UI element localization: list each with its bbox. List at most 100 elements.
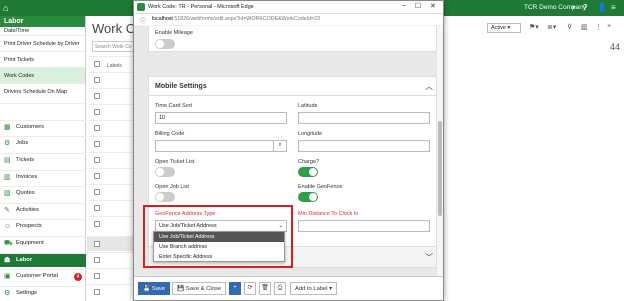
sidebar-subitem-print-driver-schedule[interactable]: Print Driver Schedule by Driver — [0, 36, 85, 52]
refresh-icon[interactable]: ⟳ — [244, 282, 256, 295]
close-icon[interactable]: ✕ — [430, 2, 436, 10]
sidebar-item-jobs[interactable]: ⚙ Jobs — [0, 136, 86, 150]
sidebar-item-label: Labor — [16, 257, 33, 263]
table-row[interactable] — [87, 104, 137, 119]
sidebar-item-label: Activities — [16, 207, 39, 213]
add-to-label-button[interactable]: Add to Label ▾ — [290, 282, 338, 295]
table-row[interactable] — [87, 236, 137, 251]
sidebar-item-tickets[interactable]: ▤ Tickets — [0, 153, 86, 167]
add-icon[interactable]: + — [229, 282, 241, 295]
table-row[interactable] — [87, 200, 137, 215]
billing-code-input[interactable] — [155, 140, 275, 152]
maximize-icon[interactable]: ☐ — [415, 2, 421, 10]
row-checkbox[interactable] — [94, 189, 100, 195]
row-checkbox[interactable] — [94, 157, 100, 163]
more-icon[interactable]: ⋮ — [595, 23, 602, 31]
sidebar-item-invoices[interactable]: ▥ Invoices — [0, 170, 86, 184]
charge-toggle[interactable] — [298, 167, 318, 177]
table-row[interactable] — [87, 136, 137, 151]
quote-icon: ▧ — [4, 190, 11, 197]
save-button[interactable]: 💾 Save — [138, 282, 171, 295]
table-row[interactable] — [87, 120, 137, 135]
sidebar-subitem-date-time[interactable]: Date/Time — [0, 27, 85, 36]
sidebar-item-activities[interactable]: ✎ Activities — [0, 203, 86, 217]
search-input[interactable]: Search Work Co — [92, 41, 136, 52]
sidebar-section-header: Labor — [0, 16, 85, 27]
row-checkbox[interactable] — [94, 109, 100, 115]
select-all-checkbox[interactable] — [94, 61, 100, 67]
table-row[interactable] — [87, 252, 137, 267]
latitude-input[interactable] — [298, 112, 430, 124]
sidebar-subitem-work-codes[interactable]: Work Codes — [0, 68, 85, 84]
users-icon: ☗ — [4, 257, 11, 264]
scrollbar[interactable] — [437, 26, 443, 276]
scrollbar-thumb[interactable] — [438, 121, 442, 216]
row-checkbox[interactable] — [94, 205, 100, 211]
company-dropdown-icon[interactable]: ▾ — [572, 4, 575, 11]
chevron-up-icon[interactable]: ︿ — [425, 81, 433, 92]
sidebar-subitem-print-tickets[interactable]: Print Tickets — [0, 52, 85, 68]
help-icon[interactable]: ? — [583, 3, 587, 13]
flag-icon[interactable]: ⚑▾ — [529, 23, 539, 31]
minimize-icon[interactable]: – — [402, 2, 406, 9]
row-checkbox[interactable] — [94, 273, 100, 279]
table-row[interactable] — [87, 168, 137, 183]
table-row[interactable] — [87, 284, 137, 299]
columns-icon[interactable]: ▥ — [581, 23, 588, 31]
longitude-label: Longitude — [298, 131, 323, 137]
table-row[interactable] — [87, 72, 137, 87]
latitude-label: Latitude — [298, 103, 318, 109]
open-job-list-toggle[interactable] — [155, 192, 175, 202]
table-row[interactable] — [87, 216, 137, 231]
table-row[interactable] — [87, 268, 137, 283]
enable-mileage-toggle[interactable] — [155, 39, 175, 49]
address-bar[interactable]: ⓘ localhost:51826/webforms/edit.aspx?id=… — [134, 13, 443, 25]
row-checkbox[interactable] — [94, 77, 100, 83]
user-icon[interactable]: 👤 — [597, 3, 607, 13]
sidebar-item-prospects[interactable]: ☺ Prospects — [0, 219, 86, 233]
app-icon — [137, 3, 145, 11]
table-row[interactable] — [87, 184, 137, 199]
delete-icon[interactable]: 🗑 — [259, 282, 271, 295]
sidebar-item-customers[interactable]: ▦ Customers — [0, 120, 86, 134]
prospect-icon: ☺ — [4, 223, 12, 230]
row-checkbox[interactable] — [94, 93, 100, 99]
sidebar-item-quotes[interactable]: ▧ Quotes — [0, 186, 86, 200]
sidebar-item-labor[interactable]: ☗ Labor — [0, 253, 86, 267]
home-icon[interactable]: ⌂ — [3, 3, 13, 13]
table-row[interactable] — [87, 88, 137, 103]
row-checkbox[interactable] — [94, 257, 100, 263]
open-job-list-label: Open Job List — [155, 184, 189, 190]
invoice-icon: ▥ — [4, 174, 11, 181]
status-filter-select[interactable]: Active ▾ — [487, 23, 521, 33]
enable-mileage-label: Enable Mileage — [155, 30, 193, 36]
print-icon[interactable]: ⎙ — [274, 282, 286, 295]
add-icon[interactable]: + — [607, 23, 611, 30]
menu-icon[interactable]: ≡ — [611, 3, 616, 13]
row-checkbox[interactable] — [94, 141, 100, 147]
search-icon[interactable]: ⌕ — [273, 140, 287, 152]
row-checkbox[interactable] — [94, 241, 100, 247]
page-info-icon[interactable]: ⓘ — [140, 16, 146, 25]
open-ticket-list-toggle[interactable] — [155, 167, 175, 177]
filter-icon[interactable]: ⊽ — [567, 23, 572, 31]
time-card-sort-input[interactable]: 10 — [155, 112, 287, 124]
save-close-button[interactable]: 💾 Save & Close — [172, 282, 226, 295]
min-distance-input[interactable] — [298, 220, 430, 232]
chevron-down-icon[interactable]: ﹀ — [425, 252, 433, 263]
longitude-input[interactable] — [298, 140, 430, 152]
sidebar-item-label: Customer Portal — [16, 273, 58, 279]
list-view-icon[interactable]: ≣▾ — [547, 23, 556, 31]
row-checkbox[interactable] — [94, 289, 100, 295]
row-checkbox[interactable] — [94, 221, 100, 227]
table-row[interactable] — [87, 152, 137, 167]
url-path: :51826/webforms/edit.aspx?id=WORKCODE&Wo… — [172, 16, 321, 22]
sidebar-subitem-drivers-schedule-map[interactable]: Drivers Schedule On Map — [0, 84, 85, 104]
sidebar-item-settings[interactable]: ⚙ Settings — [0, 286, 86, 300]
sidebar-item-equipment[interactable]: ⛟ Equipment — [0, 236, 86, 250]
row-checkbox[interactable] — [94, 173, 100, 179]
enable-geofence-toggle[interactable] — [298, 192, 318, 202]
sidebar-item-customer-portal[interactable]: ▣ Customer Portal 4 — [0, 269, 86, 283]
company-name[interactable]: TCR Demo Company — [524, 4, 586, 11]
row-checkbox[interactable] — [94, 125, 100, 131]
